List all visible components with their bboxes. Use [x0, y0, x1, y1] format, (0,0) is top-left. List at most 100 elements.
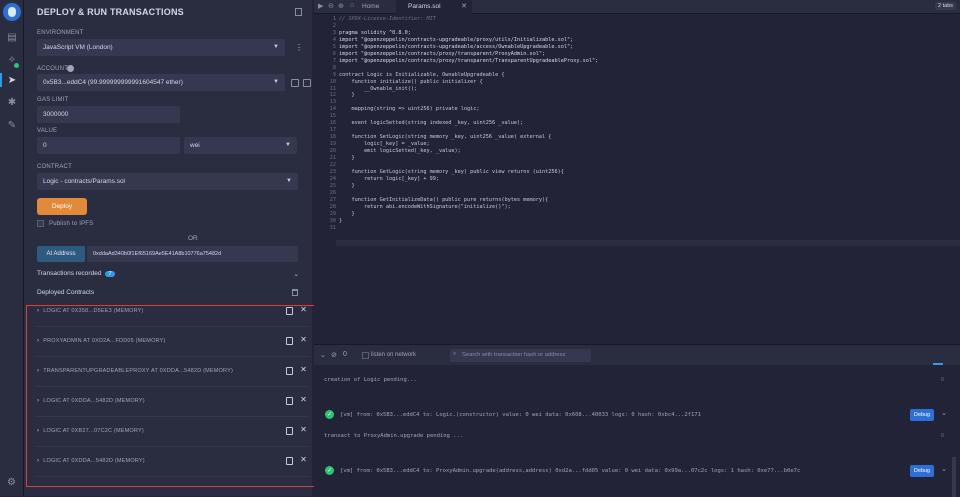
deployed-contract-item[interactable]: › LOGIC AT 0XB27...07C2C (MEMORY) ✕	[37, 424, 309, 438]
line-number: 31	[329, 224, 336, 231]
close-icon[interactable]: ✕	[300, 335, 307, 344]
deployed-contract-item[interactable]: › LOGIC AT 0XDDA...5482D (MEMORY) ✕	[37, 454, 309, 468]
deploy-run-panel: DEPLOY & RUN TRANSACTIONS ENVIRONMENT Ja…	[24, 0, 315, 496]
zoom-out-icon[interactable]: ⊖	[328, 2, 334, 10]
line-number: 11	[329, 85, 336, 92]
value-unit-select[interactable]: wei ▼	[184, 137, 297, 154]
close-icon[interactable]: ✕	[300, 395, 307, 404]
tabs-count-dropdown[interactable]: 2 tabs	[935, 2, 956, 10]
code-editor[interactable]: 1// SPDX-License-Identifier: MIT 2 3 pragma…	[314, 14, 960, 344]
copy-icon[interactable]	[286, 367, 293, 375]
code-line: mapping(string => uint256) private logic…	[339, 106, 480, 113]
settings-gear-icon[interactable]: ⚙	[7, 477, 16, 488]
terminal-scrollbar[interactable]	[952, 457, 956, 497]
play-icon[interactable]: ▶	[318, 2, 323, 10]
clear-console-icon[interactable]: ⊘	[331, 351, 337, 359]
file-explorer-icon[interactable]: ▤	[5, 30, 19, 44]
account-select[interactable]: 0x5B3...eddC4 (99.999999999991604547 eth…	[37, 74, 285, 91]
copy-icon[interactable]	[286, 427, 293, 435]
code-line: emit logicSetted(_key, _value);	[339, 148, 461, 155]
home-icon[interactable]: ⌂	[350, 2, 354, 9]
terminal-search-input[interactable]: ⌕ Search with transaction hash or addres…	[450, 349, 591, 362]
debugger-icon[interactable]: ✱	[5, 95, 19, 109]
search-icon: ⌕	[453, 351, 457, 357]
value-input[interactable]: 0	[37, 137, 180, 154]
deployed-contract-item[interactable]: › PROXYADMIN AT 0XD2A...FDD05 (MEMORY) ✕	[37, 334, 309, 348]
panel-doc-icon[interactable]	[295, 8, 302, 16]
icon-sidebar: ▤ ⟡ ➤ ✱ ✎ ⚙	[0, 0, 24, 496]
code-line: }	[339, 155, 355, 161]
editor-tab-bar: ▶ ⊖ ⊕ ⌂ Home Params.sol ✕ 2 tabs	[314, 0, 960, 14]
more-options-icon[interactable]: ⋮	[295, 43, 303, 52]
remix-logo-icon[interactable]	[3, 3, 21, 21]
chevron-down-icon[interactable]: ⌄	[941, 465, 947, 473]
chevron-down-icon[interactable]: ⌄	[294, 270, 299, 278]
line-number: 19	[329, 141, 336, 148]
copy-account-icon[interactable]	[291, 79, 299, 87]
terminal-toolbar: ⌄ ⊘ 0 listen on network ⌕ Search with tr…	[314, 345, 960, 365]
gas-limit-input[interactable]: 3000000	[37, 106, 180, 123]
copy-icon[interactable]	[286, 307, 293, 315]
copy-icon[interactable]	[286, 337, 293, 345]
success-check-icon: ✓	[325, 410, 334, 419]
publish-ipfs-checkbox[interactable]	[37, 220, 44, 227]
edit-account-icon[interactable]	[303, 79, 311, 87]
plugin-manager-icon[interactable]: ✎	[5, 118, 19, 132]
environment-select[interactable]: JavaScript VM (London) ▼	[37, 39, 285, 56]
deployed-contract-item[interactable]: › LOGIC AT 0X358...D5EE3 (MEMORY) ✕	[37, 304, 309, 318]
code-line: pragma solidity ^0.8.0;	[339, 29, 411, 36]
deploy-run-icon[interactable]: ➤	[5, 73, 19, 87]
code-line: return abi.encodeWithSignature("initiali…	[339, 203, 511, 210]
contract-select[interactable]: Logic - contracts/Params.sol ▼	[37, 173, 298, 190]
terminal-tx-line: [vm] from: 0x5B3...eddC4 to: ProxyAdmin.…	[340, 468, 801, 474]
search-placeholder: Search with transaction hash or address	[462, 352, 566, 358]
zoom-in-icon[interactable]: ⊕	[338, 2, 344, 10]
chevron-down-icon: ▼	[273, 44, 279, 50]
gas-limit-label: GAS LIMIT	[37, 97, 69, 103]
copy-icon[interactable]	[286, 397, 293, 405]
chevron-down-icon[interactable]: ⌄	[941, 409, 947, 417]
line-number: 17	[329, 127, 336, 134]
tab-params-sol[interactable]: Params.sol ✕	[396, 0, 472, 14]
close-icon[interactable]: ✕	[300, 455, 307, 464]
transactions-count-badge: 7	[105, 271, 115, 277]
line-number: 10	[329, 78, 336, 85]
transactions-recorded-label: Transactions recorded	[37, 270, 102, 277]
chevron-down-icon[interactable]: ⌄	[320, 351, 326, 359]
chevron-right-icon: ›	[37, 428, 40, 434]
debug-button[interactable]: Debug	[910, 409, 934, 421]
code-line: import "@openzeppelin/contracts-upgradea…	[339, 43, 574, 50]
chevron-right-icon: ›	[37, 368, 40, 374]
line-number: 18	[329, 134, 336, 141]
value-label: VALUE	[37, 128, 58, 134]
add-account-icon[interactable]	[67, 65, 74, 72]
copy-icon[interactable]	[286, 457, 293, 465]
code-line: function SetLogic(string memory _key, ui…	[339, 134, 552, 141]
debug-button[interactable]: Debug	[910, 465, 934, 477]
transactions-recorded[interactable]: Transactions recorded 7	[37, 270, 115, 277]
deployed-contract-item[interactable]: › LOGIC AT 0XDDA...5482D (MEMORY) ✕	[37, 394, 309, 408]
close-icon[interactable]: ✕	[461, 2, 467, 10]
value-unit: wei	[190, 142, 200, 149]
account-label: ACCOUNT	[37, 66, 69, 72]
line-number: 12	[329, 92, 336, 99]
editor-area: ▶ ⊖ ⊕ ⌂ Home Params.sol ✕ 2 tabs 1// SPD…	[314, 0, 960, 497]
line-number: 23	[329, 168, 336, 175]
deploy-button[interactable]: Deploy	[37, 198, 87, 215]
chevron-down-icon: ▼	[273, 79, 279, 85]
listen-network-checkbox[interactable]	[362, 352, 369, 359]
trash-icon[interactable]	[292, 289, 298, 296]
code-line: event logicSetted(string indexed _key, u…	[339, 120, 524, 127]
close-icon[interactable]: ✕	[300, 365, 307, 374]
deployed-contract-item[interactable]: › TRANSPARENTUPGRADEABLEPROXY AT 0XDDA..…	[37, 364, 309, 378]
at-address-input[interactable]: 0xddaAd340b0f1Ef65169Ae5E41A8b10776a7548…	[87, 246, 298, 262]
publish-ipfs-label: Publish to IPFS	[49, 221, 94, 227]
code-line: function GetLogic(string memory _key) pu…	[339, 168, 564, 175]
at-address-button[interactable]: At Address	[37, 246, 85, 262]
close-icon[interactable]: ✕	[300, 425, 307, 434]
close-icon[interactable]: ✕	[300, 305, 307, 314]
code-line: function initialize() public initializer…	[339, 78, 483, 85]
success-check-icon: ✓	[325, 466, 334, 475]
line-number: 22	[329, 161, 336, 168]
tab-home[interactable]: Home	[362, 3, 379, 10]
